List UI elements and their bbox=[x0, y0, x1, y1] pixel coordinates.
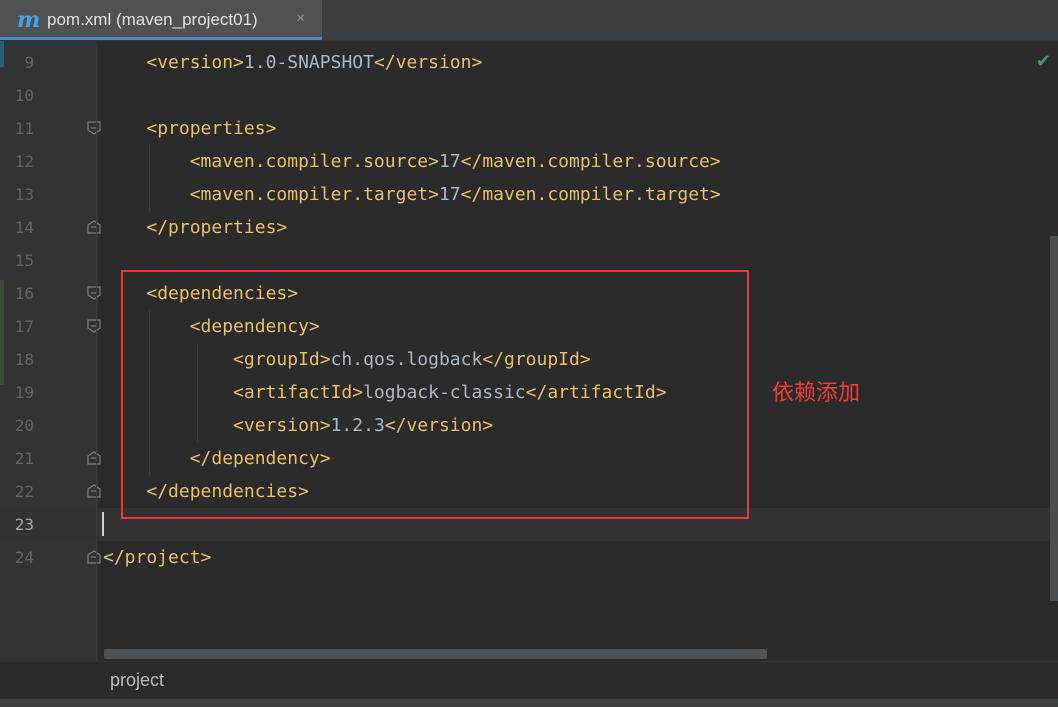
fold-end-icon[interactable] bbox=[87, 220, 101, 234]
editor-tab-bar: m pom.xml (maven_project01) × bbox=[0, 0, 1058, 41]
fold-end-icon[interactable] bbox=[87, 451, 101, 465]
fold-end-icon[interactable] bbox=[87, 550, 101, 564]
line-number: 22 bbox=[14, 482, 34, 501]
xml-value: 1.0-SNAPSHOT bbox=[243, 52, 374, 73]
line-number: 24 bbox=[14, 548, 34, 567]
indent-guide bbox=[149, 145, 150, 211]
xml-value: 17 bbox=[438, 184, 461, 205]
line-number: 19 bbox=[14, 383, 34, 402]
indent-guide bbox=[96, 46, 97, 661]
tab-close-icon[interactable]: × bbox=[296, 10, 305, 28]
fold-end-icon[interactable] bbox=[87, 484, 101, 498]
tab-pom-xml[interactable]: m pom.xml (maven_project01) × bbox=[0, 0, 322, 40]
xml-tag: </project> bbox=[103, 547, 212, 568]
code-line[interactable]: 24 </project> bbox=[0, 541, 1058, 574]
xml-tag: <version> bbox=[146, 52, 244, 73]
line-number: 16 bbox=[14, 284, 34, 303]
breadcrumb: project bbox=[0, 661, 1058, 700]
xml-tag: </maven.compiler.target> bbox=[460, 184, 721, 205]
xml-value: 17 bbox=[438, 151, 461, 172]
line-number: 10 bbox=[14, 86, 34, 105]
line-number: 17 bbox=[14, 317, 34, 336]
code-text: <maven.compiler.target>17</maven.compile… bbox=[103, 178, 721, 211]
code-text: <properties> bbox=[103, 112, 276, 145]
xml-tag: <maven.compiler.target> bbox=[189, 184, 439, 205]
line-number: 14 bbox=[14, 218, 34, 237]
line-number: 13 bbox=[14, 185, 34, 204]
line-number: 9 bbox=[24, 53, 34, 72]
line-number: 21 bbox=[14, 449, 34, 468]
code-line[interactable]: 12 <maven.compiler.source>17</maven.comp… bbox=[0, 145, 1058, 178]
annotation-label: 依赖添加 bbox=[772, 381, 861, 406]
code-line[interactable]: 13 <maven.compiler.target>17</maven.comp… bbox=[0, 178, 1058, 211]
tab-title: pom.xml (maven_project01) bbox=[47, 10, 258, 29]
breadcrumb-item-project[interactable]: project bbox=[110, 670, 164, 691]
line-number: 20 bbox=[14, 416, 34, 435]
indent-guide bbox=[197, 343, 198, 442]
code-line[interactable]: 10 bbox=[0, 79, 1058, 112]
xml-tag: </properties> bbox=[146, 217, 288, 238]
xml-tag: </version> bbox=[373, 52, 483, 73]
fold-open-icon[interactable] bbox=[87, 286, 101, 300]
xml-tag: <maven.compiler.source> bbox=[189, 151, 439, 172]
line-number: 12 bbox=[14, 152, 34, 171]
code-line[interactable]: 14 </properties> bbox=[0, 211, 1058, 244]
xml-tag: </maven.compiler.source> bbox=[460, 151, 721, 172]
code-text: </properties> bbox=[103, 211, 287, 244]
code-text: <maven.compiler.source>17</maven.compile… bbox=[103, 145, 721, 178]
code-text: <version>1.0-SNAPSHOT</version> bbox=[103, 46, 482, 79]
vertical-scrollbar[interactable] bbox=[1050, 236, 1058, 601]
code-text: </project> bbox=[103, 541, 211, 574]
code-line[interactable]: 9 <version>1.0-SNAPSHOT</version> bbox=[0, 46, 1058, 79]
text-caret bbox=[102, 512, 104, 536]
code-editor[interactable]: 9 <version>1.0-SNAPSHOT</version> 10 11 <p… bbox=[0, 41, 1058, 661]
highlight-box bbox=[121, 270, 749, 519]
maven-file-icon: m bbox=[17, 7, 41, 33]
status-strip bbox=[0, 699, 1058, 707]
line-number: 15 bbox=[14, 251, 34, 270]
inspection-ok-icon[interactable]: ✔ bbox=[1036, 51, 1051, 72]
horizontal-scrollbar[interactable] bbox=[104, 649, 767, 659]
line-number: 11 bbox=[14, 119, 34, 138]
line-number: 23 bbox=[14, 515, 34, 534]
xml-tag: <properties> bbox=[146, 118, 277, 139]
indent-guide bbox=[149, 310, 150, 475]
line-number: 18 bbox=[14, 350, 34, 369]
fold-open-icon[interactable] bbox=[87, 319, 101, 333]
code-line[interactable]: 11 <properties> bbox=[0, 112, 1058, 145]
fold-open-icon[interactable] bbox=[87, 121, 101, 135]
